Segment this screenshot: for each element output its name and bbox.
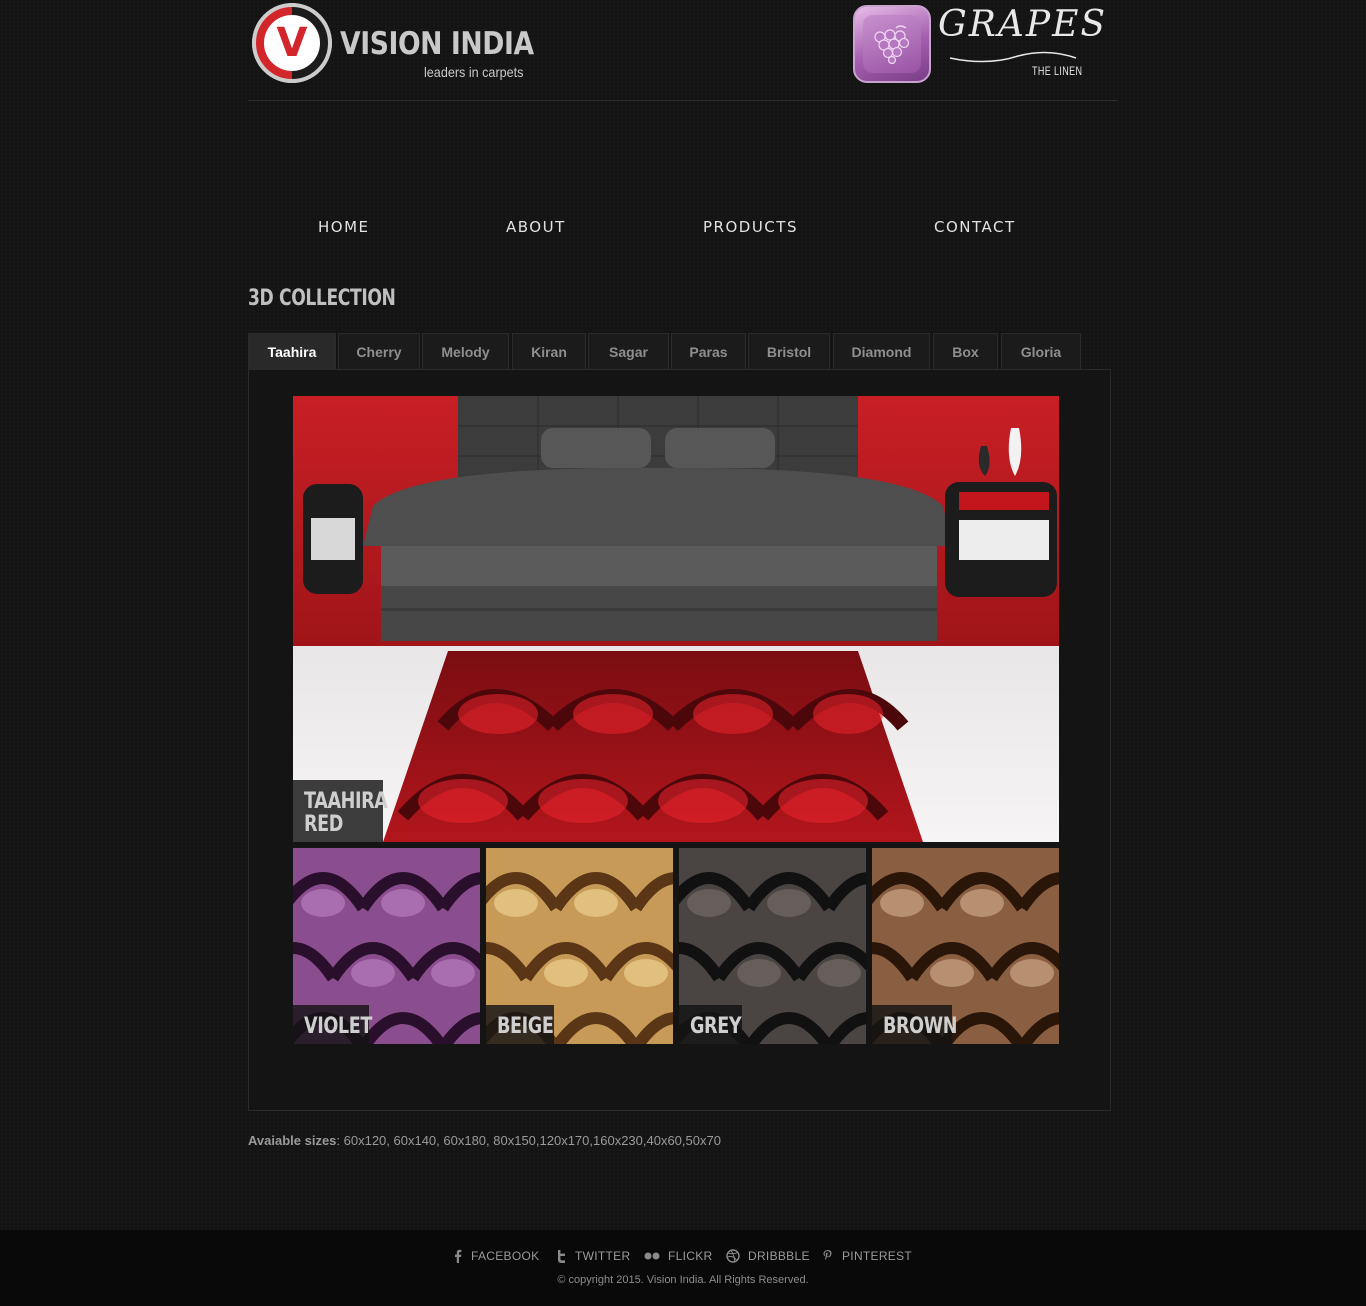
social-facebook[interactable]: FACEBOOK xyxy=(453,1249,539,1263)
variant-thumb-grey[interactable]: GREY xyxy=(679,848,866,1044)
variant-caption: VIOLET xyxy=(293,1005,372,1044)
variant-thumb-brown[interactable]: BROWN xyxy=(872,848,1059,1044)
tab-bristol[interactable]: Bristol xyxy=(748,333,830,370)
dribbble-icon xyxy=(726,1249,740,1263)
tab-paras[interactable]: Paras xyxy=(671,333,746,370)
grapes-brand-name: GRAPES xyxy=(938,4,1108,45)
social-flickr[interactable]: FLICKR xyxy=(644,1249,712,1263)
hero-caption-line2: RED xyxy=(304,812,343,837)
sizes-values: : 60x120, 60x140, 60x180, 80x150,120x170… xyxy=(336,1133,721,1148)
tab-gloria[interactable]: Gloria xyxy=(1001,333,1081,370)
flickr-icon xyxy=(644,1252,660,1260)
variant-thumb-beige[interactable]: BEIGE xyxy=(486,848,673,1044)
tab-melody[interactable]: Melody xyxy=(422,333,509,370)
variant-caption: GREY xyxy=(679,1005,742,1044)
hero-caption: TAAHIRA RED xyxy=(293,780,388,842)
main-nav: HOME ABOUT PRODUCTS CONTACT xyxy=(248,218,1118,238)
tab-kiran[interactable]: Kiran xyxy=(512,333,586,370)
nav-home[interactable]: HOME xyxy=(318,218,370,236)
section-title: 3D COLLECTION xyxy=(248,286,396,311)
nav-products[interactable]: PRODUCTS xyxy=(703,218,798,236)
grapes-logo-icon[interactable] xyxy=(853,5,931,83)
tab-sagar[interactable]: Sagar xyxy=(588,333,669,370)
available-sizes: Avaiable sizes: 60x120, 60x140, 60x180, … xyxy=(248,1133,721,1148)
tab-diamond[interactable]: Diamond xyxy=(833,333,930,370)
nav-contact[interactable]: CONTACT xyxy=(934,218,1016,236)
nav-about[interactable]: ABOUT xyxy=(506,218,566,236)
hero-room-image[interactable]: TAAHIRA RED xyxy=(293,396,1059,842)
vision-india-logo[interactable]: V xyxy=(252,3,332,83)
pinterest-icon xyxy=(823,1250,832,1261)
social-dribbble[interactable]: DRIBBBLE xyxy=(726,1249,810,1263)
brand-name: VISION INDIA xyxy=(340,26,534,62)
variant-thumb-violet[interactable]: VIOLET xyxy=(293,848,480,1044)
tab-cherry[interactable]: Cherry xyxy=(338,333,420,370)
hero-caption-line1: TAAHIRA xyxy=(304,789,388,814)
grapes-tagline: THE LINEN xyxy=(1032,64,1083,78)
brand-tagline: leaders in carpets xyxy=(424,64,524,80)
facebook-icon xyxy=(455,1249,462,1263)
site-footer: FACEBOOK TWITTER FLICKR DRIBBBLE PINTERE… xyxy=(0,1230,1366,1306)
tab-box[interactable]: Box xyxy=(933,333,998,370)
social-twitter[interactable]: TWITTER xyxy=(556,1249,630,1263)
site-header: V VISION INDIA leaders in carpets GRAPES… xyxy=(248,0,1118,101)
copyright: © copyright 2015. Vision India. All Righ… xyxy=(557,1274,809,1286)
tab-taahira[interactable]: Taahira xyxy=(248,333,336,370)
variant-caption: BROWN xyxy=(872,1005,957,1044)
sizes-label: Avaiable sizes xyxy=(248,1133,337,1148)
twitter-icon xyxy=(558,1249,565,1263)
social-pinterest[interactable]: PINTEREST xyxy=(822,1249,912,1263)
variant-caption: BEIGE xyxy=(486,1005,554,1044)
